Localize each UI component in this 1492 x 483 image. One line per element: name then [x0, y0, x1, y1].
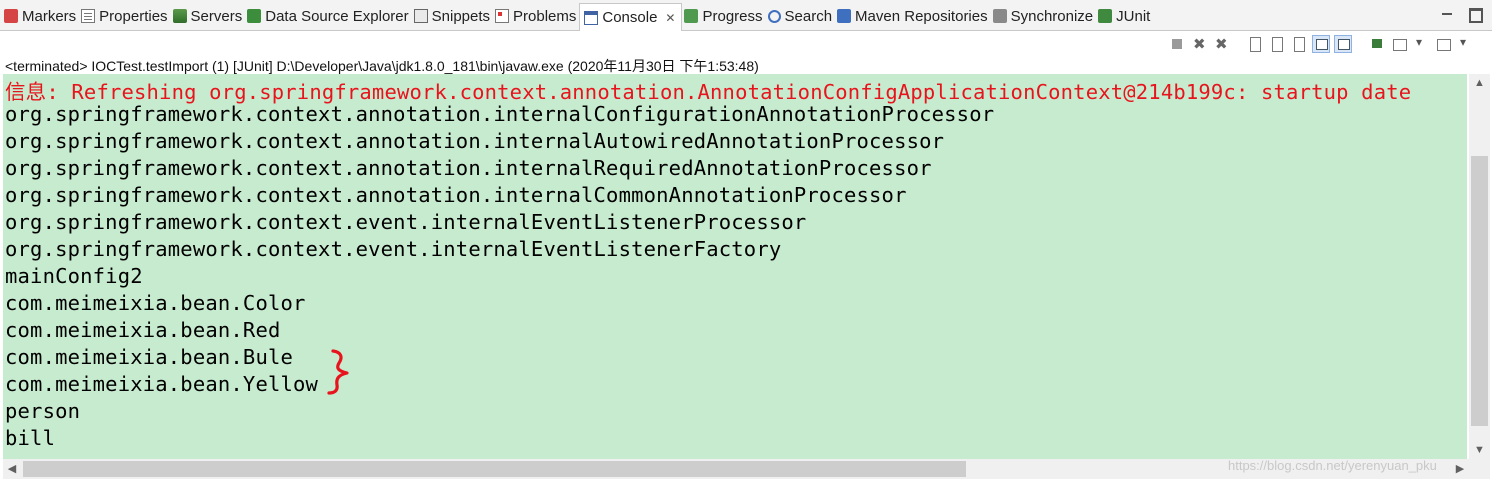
- scroll-left-icon[interactable]: ◀: [3, 459, 21, 479]
- tab-label: Synchronize: [1010, 7, 1094, 25]
- tab-label: Properties: [99, 7, 168, 25]
- scroll-right-icon[interactable]: ▶: [1451, 459, 1469, 479]
- console-toolbar: [1168, 35, 1474, 53]
- remove-all-terminated-icon[interactable]: [1212, 35, 1230, 53]
- junit-icon: [1098, 9, 1113, 23]
- tab-servers[interactable]: Servers: [171, 4, 246, 28]
- tab-label: Search: [784, 7, 833, 25]
- tab-snippets[interactable]: Snippets: [412, 4, 493, 28]
- problems-icon: [495, 9, 510, 23]
- synchronize-icon: [992, 9, 1007, 23]
- maven-repositories-icon: [837, 9, 852, 23]
- console-line: com.meimeixia.bean.Red: [5, 318, 281, 342]
- tab-label: Maven Repositories: [855, 7, 988, 25]
- markers-icon: [4, 9, 18, 23]
- tab-data-source-explorer[interactable]: Data Source Explorer: [245, 4, 411, 28]
- vertical-scrollbar[interactable]: ▲ ▼: [1469, 74, 1490, 459]
- console-line: org.springframework.context.event.intern…: [5, 237, 782, 261]
- vertical-scroll-thumb[interactable]: [1471, 156, 1488, 426]
- tab-console[interactable]: Console ✕: [579, 3, 683, 31]
- process-status-label: <terminated> IOCTest.testImport (1) [JUn…: [5, 58, 759, 74]
- tab-label: Data Source Explorer: [265, 7, 409, 25]
- tab-synchronize[interactable]: Synchronize: [991, 4, 1097, 28]
- tab-label: Snippets: [431, 7, 491, 25]
- scroll-up-icon[interactable]: ▲: [1469, 74, 1490, 92]
- view-tabs: Markers Properties Servers Data Source Expl…: [2, 3, 1153, 31]
- console-line: org.springframework.context.annotation.i…: [5, 102, 995, 126]
- tab-problems[interactable]: Problems: [493, 4, 579, 28]
- console-line: com.meimeixia.bean.Yellow: [5, 372, 319, 396]
- console-line: mainConfig2: [5, 264, 143, 288]
- remove-launch-icon[interactable]: [1190, 35, 1208, 53]
- servers-icon: [172, 9, 187, 23]
- show-on-stderr-icon[interactable]: [1334, 35, 1352, 53]
- console-line: org.springframework.context.annotation.i…: [5, 156, 932, 180]
- tab-label: Console: [602, 9, 658, 26]
- open-console-icon[interactable]: [1434, 35, 1452, 53]
- watermark-text: https://blog.csdn.net/yerenyuan_pku: [1228, 458, 1437, 473]
- toolbar-separator: [1356, 35, 1364, 53]
- show-on-stdout-icon[interactable]: [1312, 35, 1330, 53]
- console-output[interactable]: 信息: Refreshing org.springframework.conte…: [3, 74, 1467, 459]
- console-line: org.springframework.context.annotation.i…: [5, 183, 907, 207]
- tab-progress[interactable]: Progress: [682, 4, 765, 28]
- red-brace-annotation: [327, 349, 349, 395]
- snippets-icon: [413, 9, 428, 23]
- scrollbar-corner: [1469, 459, 1490, 479]
- console-line: org.springframework.context.event.intern…: [5, 210, 807, 234]
- scroll-lock-icon[interactable]: [1268, 35, 1286, 53]
- search-icon: [767, 9, 781, 23]
- chevron-down-icon[interactable]: [1456, 35, 1474, 53]
- console-line: bill: [5, 426, 56, 450]
- console-line: com.meimeixia.bean.Bule: [5, 345, 294, 369]
- view-tab-bar: Markers Properties Servers Data Source Expl…: [0, 0, 1492, 31]
- console-line: person: [5, 399, 81, 423]
- minimize-icon[interactable]: [1440, 7, 1454, 21]
- close-icon[interactable]: ✕: [665, 11, 675, 25]
- terminate-icon[interactable]: [1168, 35, 1186, 53]
- console-error-line: 信息: Refreshing org.springframework.conte…: [5, 80, 1412, 104]
- pin-console-icon[interactable]: [1368, 35, 1386, 53]
- scroll-down-icon[interactable]: ▼: [1469, 441, 1490, 459]
- display-selected-console-icon[interactable]: [1390, 35, 1408, 53]
- tab-markers[interactable]: Markers: [2, 4, 79, 28]
- horizontal-scroll-thumb[interactable]: [23, 461, 966, 477]
- chevron-down-icon[interactable]: [1412, 35, 1430, 53]
- clear-console-icon[interactable]: [1246, 35, 1264, 53]
- tab-label: Servers: [190, 7, 243, 25]
- console-line: org.springframework.context.annotation.i…: [5, 129, 945, 153]
- progress-icon: [684, 9, 699, 23]
- properties-icon: [81, 9, 96, 23]
- maximize-icon[interactable]: [1468, 7, 1483, 23]
- tab-junit[interactable]: JUnit: [1096, 4, 1153, 28]
- tab-properties[interactable]: Properties: [79, 4, 170, 28]
- data-source-explorer-icon: [247, 9, 262, 23]
- window-controls: [1440, 7, 1483, 23]
- tab-label: Markers: [22, 7, 77, 25]
- tab-maven-repositories[interactable]: Maven Repositories: [835, 4, 991, 28]
- tab-label: Problems: [513, 7, 577, 25]
- console-icon: [584, 10, 599, 25]
- tab-search[interactable]: Search: [766, 4, 836, 28]
- console-line: com.meimeixia.bean.Color: [5, 291, 306, 315]
- toolbar-separator: [1234, 35, 1242, 53]
- word-wrap-icon[interactable]: [1290, 35, 1308, 53]
- tab-label: Progress: [702, 7, 763, 25]
- tab-label: JUnit: [1116, 7, 1151, 25]
